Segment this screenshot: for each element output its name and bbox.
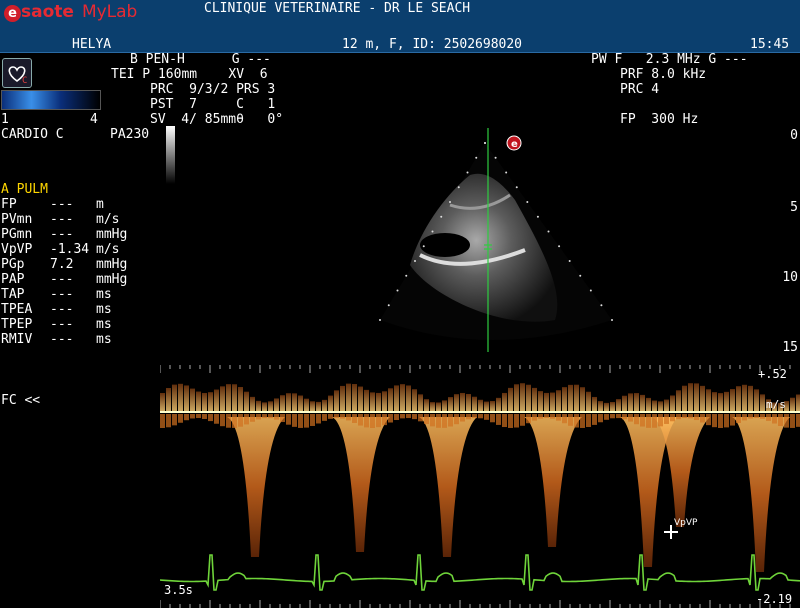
pw-line-3: PRC 4 [620,82,660,97]
probe-name: PA230 [110,127,150,142]
measurement-unit: ms [96,317,112,332]
brand-e-icon: e [4,5,21,22]
preset-name: CARDIO C [1,127,64,142]
probe-num-right: 4 [90,112,98,127]
probe-num-left: 1 [1,112,9,127]
measurement-value: --- [50,272,74,287]
depth-label: 10 [782,270,798,285]
measurement-value: 7.2 [50,257,74,272]
measurement-label[interactable]: TPEA [1,302,32,317]
heart-badge: C [22,76,28,86]
measurement-label[interactable]: PGmn [1,227,32,242]
measurement-label[interactable]: FP [1,197,17,212]
measurement-unit: m [96,197,104,212]
measurement-unit: m/s [96,242,120,257]
grayscale-bar [166,126,175,184]
measurement-value: --- [50,212,74,227]
clock: 15:45 [750,37,790,52]
pw-line-1: PW F 2.3 MHz G --- [591,52,748,67]
orientation-marker-icon: e [511,139,518,150]
measurement-value: --- [50,302,74,317]
acq-line-1: B PEN-H G --- [130,52,271,67]
clinic-name: CLINIQUE VETERINAIRE - DR LE SEACH [204,1,471,16]
depth-label: 0 [790,128,798,143]
measurement-value: --- [50,317,74,332]
probe-bar [1,90,101,110]
velocity-top: +.52 [758,367,787,381]
measurement-label[interactable]: RMIV [1,332,32,347]
acq-line-3: PRC 9/3/2 PRS 3 [150,82,276,97]
velocity-unit: m/s [766,398,786,411]
fc-label[interactable]: FC << [1,393,40,408]
sweep-speed: 3.5s [164,583,193,597]
measurement-label[interactable]: PGp [1,257,24,272]
measurement-unit: ms [96,332,112,347]
depth-scale: 0 5 10 15 [782,128,798,358]
acq-line-4: PST 7 C 1 [150,97,276,112]
measurement-label[interactable]: TAP [1,287,24,302]
measurement-unit: mmHg [96,257,128,272]
measurement-value: --- [50,197,74,212]
measurement-unit: ms [96,287,112,302]
depth-label: 15 [782,340,798,355]
patient-info: 12 m, F, ID: 2502698020 [342,37,523,52]
measurement-label[interactable]: PAP [1,272,24,287]
measurement-unit: ms [96,302,112,317]
acq-line-5: SV 4/ 85mmθ 0° [150,112,284,127]
measurement-value: --- [50,227,74,242]
measurement-label[interactable]: PVmn [1,212,32,227]
header-bar: e saote MyLab CLINIQUE VETERINAIRE - DR LE… [0,0,800,53]
measurement-label[interactable]: VpVP [1,242,32,257]
measurement-value: --- [50,287,74,302]
acq-line-2: TEI P 160mm XV 6 [111,67,268,82]
measurement-title: A PULM [1,182,48,197]
cardiac-mode-button[interactable] [2,58,32,88]
measurement-unit: mmHg [96,272,128,287]
measurement-value: -1.34 [50,242,90,257]
pw-line-2: PRF 8.0 kHz [620,67,707,82]
patient-name: HELYA [72,37,112,52]
cursor-label: VpVP [674,518,698,528]
measurement-unit: mmHg [96,227,128,242]
measurement-value: --- [50,332,74,347]
measurement-unit: m/s [96,212,120,227]
measurement-label[interactable]: TPEP [1,317,32,332]
velocity-bottom: -2.19 [756,592,792,606]
bmode-sector: e [379,128,613,352]
depth-label: 5 [790,200,798,215]
brand-logo: e saote MyLab [4,2,137,22]
doppler-spectrum: VpVP +.52 m/s 3.5s -2.19 [160,365,800,608]
ultrasound-screen: { "header": { "brand_letter": "e", "bran… [0,0,800,608]
